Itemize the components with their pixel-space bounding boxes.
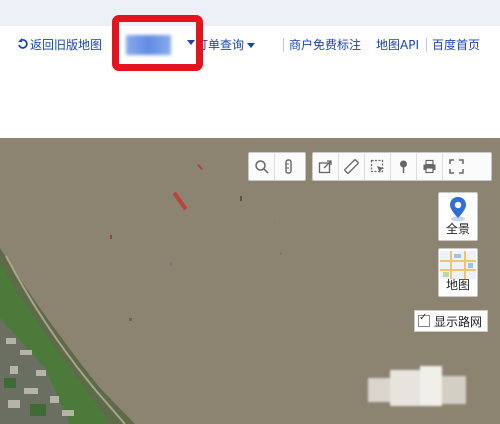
order-query-label: 订单查询: [196, 38, 245, 52]
screenshot-tool[interactable]: [365, 153, 391, 180]
search-area-tool[interactable]: [249, 153, 275, 180]
map-toolgroup-left: [248, 152, 306, 181]
return-arrow-icon: [18, 38, 28, 49]
baidu-home-link[interactable]: 百度首页: [432, 37, 480, 53]
fullscreen-tool[interactable]: [443, 153, 469, 180]
road-network-toggle[interactable]: 显示路网: [414, 310, 489, 332]
back-to-old-map-link[interactable]: 返回旧版地图: [17, 37, 102, 53]
map-toolgroup-right: [312, 152, 492, 181]
print-icon: [423, 159, 436, 174]
share-tool[interactable]: [313, 153, 339, 180]
map-type-label: 地图: [445, 278, 470, 292]
panorama-button[interactable]: 全景: [438, 192, 478, 241]
panorama-label: 全景: [445, 222, 470, 236]
caret-down-icon: [247, 43, 256, 48]
red-highlight-box: [112, 15, 203, 71]
screenshot-icon: [370, 159, 384, 173]
fullscreen-icon: [448, 159, 464, 174]
measure-tool[interactable]: [339, 153, 365, 180]
top-navigation: 返回旧版地图 订单查询 商户免费标注 地图API 百度首页: [0, 26, 500, 66]
mark-tool[interactable]: [391, 153, 417, 180]
map-api-link[interactable]: 地图API: [376, 37, 419, 53]
ruler-vertical-icon: [284, 159, 292, 174]
share-icon: [318, 160, 332, 174]
road-network-checkbox[interactable]: [418, 312, 430, 327]
map-thumbnail-icon: [440, 251, 476, 279]
map-type-button[interactable]: 地图: [438, 248, 478, 297]
satellite-map[interactable]: 全景 地图 显示路网: [0, 138, 500, 424]
pin-icon: [400, 160, 407, 173]
print-tool[interactable]: [417, 153, 443, 180]
nav-divider: [426, 38, 427, 52]
nav-divider: [283, 38, 284, 52]
top-strip: [0, 0, 500, 26]
location-pin-icon: [450, 197, 466, 222]
ruler-tool[interactable]: [275, 153, 301, 180]
mosaic-blur: [368, 366, 466, 412]
back-to-old-map-label: 返回旧版地图: [30, 38, 103, 52]
order-query-menu[interactable]: 订单查询: [196, 37, 256, 53]
magnifier-icon: [255, 160, 269, 174]
merchant-free-label-link[interactable]: 商户免费标注: [289, 37, 361, 53]
road-network-label: 显示路网: [434, 314, 483, 329]
measure-icon: [344, 159, 359, 174]
